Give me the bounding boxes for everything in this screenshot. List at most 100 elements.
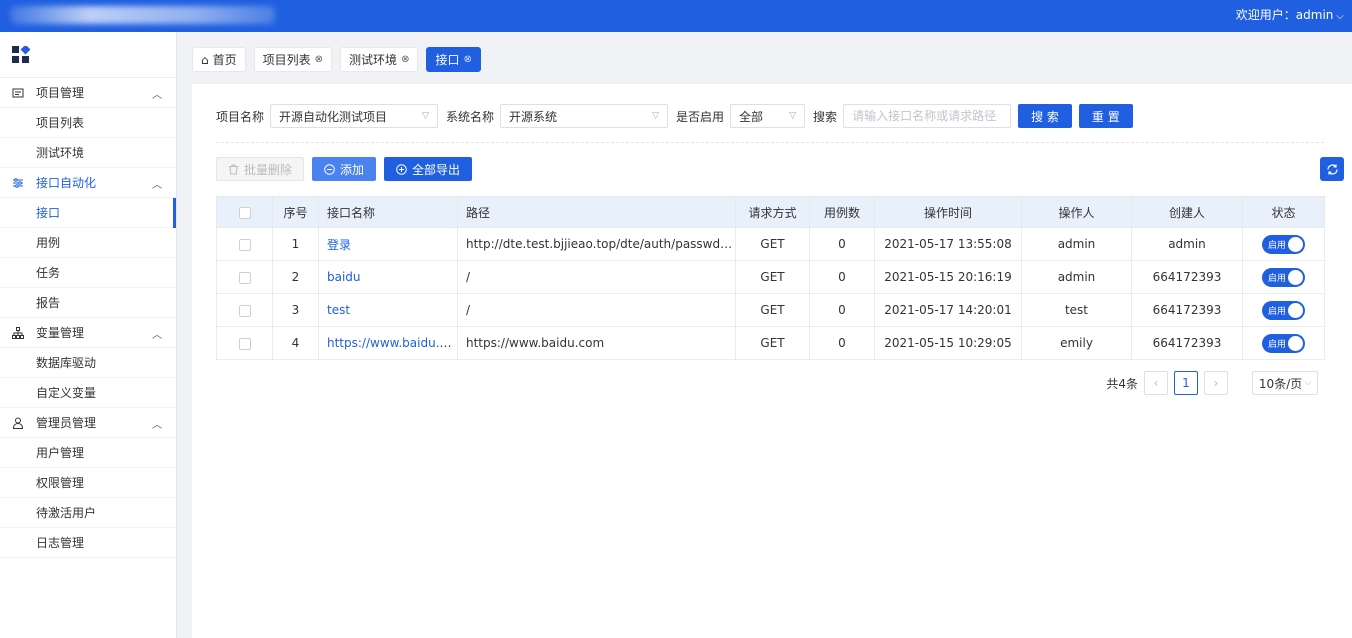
page-number-button[interactable]: 1 (1174, 371, 1198, 395)
row-checkbox[interactable] (238, 337, 251, 350)
system-select[interactable]: 开源系统 ▽ (500, 104, 669, 128)
search-input[interactable] (843, 104, 1012, 128)
cell-name: baidu (318, 260, 458, 294)
row-checkbox[interactable] (238, 271, 251, 284)
sidebar-item-report[interactable]: 报告 (0, 288, 176, 318)
app-logo (0, 32, 176, 78)
search-label: 搜索 (813, 109, 838, 124)
close-icon[interactable]: ⊗ (315, 54, 323, 65)
cell-creator: 664172393 (1131, 260, 1243, 294)
sidebar-group-project[interactable]: 项目管理 ︿ (0, 78, 176, 108)
cell-operator: admin (1021, 260, 1132, 294)
button-label: 全部导出 (412, 162, 461, 177)
column-header: 状态 (1242, 196, 1325, 228)
api-name-link[interactable]: https://www.baidu.com (327, 336, 457, 350)
prev-page-button[interactable]: ‹ (1144, 371, 1168, 395)
status-toggle[interactable]: 启用 (1262, 333, 1305, 353)
trash-icon (229, 164, 238, 174)
chevron-up-icon: ︿ (152, 420, 162, 431)
cell-method: GET (735, 227, 810, 261)
tab-label: 首页 (212, 53, 237, 67)
enabled-select[interactable]: 全部 ▽ (730, 104, 806, 128)
page-size-select[interactable]: 10条/页 ⌵ (1252, 371, 1318, 395)
batch-delete-button[interactable]: 批量删除 (216, 157, 305, 181)
chevron-left-icon: ‹ (1153, 376, 1159, 390)
tab-home[interactable]: ⌂ 首页 (192, 47, 246, 72)
sidebar-group-api-automation[interactable]: 接口自动化 ︿ (0, 168, 176, 198)
api-name-link[interactable]: 登录 (327, 238, 351, 252)
refresh-button[interactable] (1320, 157, 1344, 181)
status-toggle[interactable]: 启用 (1262, 300, 1305, 320)
cell-status: 启用 (1242, 260, 1325, 294)
cell-no: 2 (272, 260, 319, 294)
table-row: 2 baidu / GET 0 2021-05-15 20:16:19 admi… (216, 260, 1325, 294)
close-icon[interactable]: ⊗ (463, 54, 471, 65)
hierarchy-icon (12, 326, 24, 339)
sidebar-item-project-list[interactable]: 项目列表 (0, 108, 176, 138)
sidebar-item-label: 日志管理 (36, 536, 85, 550)
reset-button[interactable]: 重 置 (1078, 104, 1133, 128)
add-button[interactable]: 添加 (312, 157, 377, 181)
user-menu[interactable]: 欢迎用户：admin ⌵ (1236, 0, 1344, 32)
cell-path: http://dte.test.bjjieao.top/dte/auth/pas… (457, 227, 736, 261)
close-icon[interactable]: ⊗ (401, 54, 409, 65)
cell-path: / (457, 293, 736, 327)
column-header: 用例数 (809, 196, 875, 228)
sidebar-item-db-driver[interactable]: 数据库驱动 (0, 348, 176, 378)
sidebar-item-api[interactable]: 接口 (0, 198, 176, 228)
search-button[interactable]: 搜 索 (1018, 104, 1072, 128)
sidebar-item-label: 用户管理 (36, 446, 85, 460)
sidebar-item-test-env[interactable]: 测试环境 (0, 138, 176, 168)
divider (216, 142, 1324, 143)
sidebar-item-user-mgmt[interactable]: 用户管理 (0, 438, 176, 468)
column-header: 请求方式 (735, 196, 810, 228)
sidebar-item-label: 用例 (36, 236, 61, 250)
api-name-link[interactable]: test (327, 303, 350, 317)
top-bar: 欢迎用户：admin ⌵ (0, 0, 1352, 32)
select-all-cell (216, 196, 273, 228)
sidebar-group-admin[interactable]: 管理员管理 ︿ (0, 408, 176, 438)
chevron-up-icon: ︿ (152, 180, 162, 191)
sidebar-item-case[interactable]: 用例 (0, 228, 176, 258)
sidebar-item-permission[interactable]: 权限管理 (0, 468, 176, 498)
toggle-label: 启用 (1268, 240, 1287, 251)
column-header: 操作时间 (874, 196, 1022, 228)
sidebar-item-custom-var[interactable]: 自定义变量 (0, 378, 176, 408)
toggle-label: 启用 (1268, 273, 1287, 284)
brand-logo-blurred (10, 6, 275, 24)
cell-cases: 0 (809, 326, 875, 360)
sidebar-item-pending-users[interactable]: 待激活用户 (0, 498, 176, 528)
sidebar-item-task[interactable]: 任务 (0, 258, 176, 288)
table-header-row: 序号 接口名称 路径 请求方式 用例数 操作时间 操作人 创建人 状态 (216, 196, 1325, 228)
sidebar-item-logs[interactable]: 日志管理 (0, 528, 176, 558)
row-checkbox[interactable] (238, 238, 251, 251)
select-all-checkbox[interactable] (238, 206, 251, 219)
next-page-button[interactable]: › (1204, 371, 1228, 395)
status-toggle[interactable]: 启用 (1262, 267, 1305, 287)
sidebar-group-label: 接口自动化 (36, 176, 97, 190)
cell-cases: 0 (809, 227, 875, 261)
export-all-button[interactable]: 全部导出 (384, 157, 473, 181)
tab-test-env[interactable]: 测试环境 ⊗ (340, 47, 419, 72)
tab-bar: ⌂ 首页 项目列表 ⊗ 测试环境 ⊗ 接口 ⊗ (192, 47, 481, 72)
page-size-value: 10条/页 (1258, 376, 1303, 391)
project-select[interactable]: 开源自动化测试项目 ▽ (270, 104, 439, 128)
cell-creator: 664172393 (1131, 326, 1243, 360)
sidebar-group-variables[interactable]: 变量管理 ︿ (0, 318, 176, 348)
tab-api[interactable]: 接口 ⊗ (426, 47, 481, 72)
main-panel: 项目名称 开源自动化测试项目 ▽ 系统名称 开源系统 ▽ 是否启用 全部 ▽ 搜… (192, 84, 1352, 638)
toggle-label: 启用 (1268, 306, 1287, 317)
row-checkbox[interactable] (238, 304, 251, 317)
toggle-knob (1288, 302, 1303, 318)
sidebar-group-label: 变量管理 (36, 326, 85, 340)
cell-time: 2021-05-17 13:55:08 (874, 227, 1022, 261)
tab-project-list[interactable]: 项目列表 ⊗ (253, 47, 333, 72)
cell-creator: 664172393 (1131, 293, 1243, 327)
table-row: 4 https://www.baidu.com https://www.baid… (216, 326, 1325, 360)
status-toggle[interactable]: 启用 (1262, 234, 1305, 254)
cell-method: GET (735, 293, 810, 327)
api-name-link[interactable]: baidu (327, 270, 361, 284)
api-table: 序号 接口名称 路径 请求方式 用例数 操作时间 操作人 创建人 状态 1 登录… (216, 196, 1325, 360)
cell-cases: 0 (809, 293, 875, 327)
user-icon (12, 417, 24, 429)
